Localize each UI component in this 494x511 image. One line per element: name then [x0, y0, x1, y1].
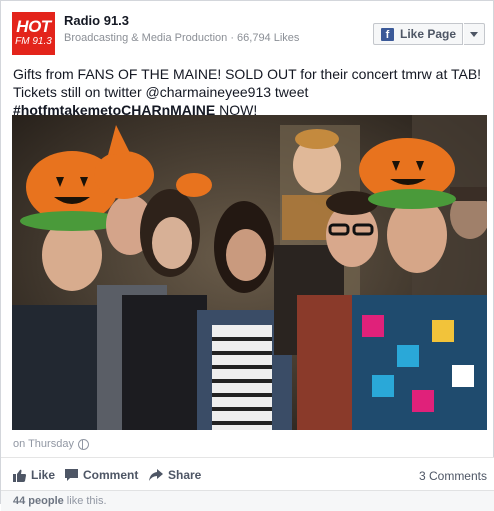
globe-icon[interactable]: [77, 438, 89, 450]
post-header: HOT FM 91.3 Radio 91.3 Broadcasting & Me…: [12, 12, 485, 56]
group-photo-illustration: [12, 115, 487, 430]
logo-text-top: HOT: [16, 17, 51, 36]
share-button[interactable]: Share: [149, 468, 201, 482]
facebook-f-icon: f: [381, 27, 394, 41]
share-arrow-icon: [149, 469, 163, 481]
facebook-post-card: HOT FM 91.3 Radio 91.3 Broadcasting & Me…: [0, 0, 494, 511]
likes-suffix: like this.: [63, 495, 107, 507]
post-meta: on Thursday: [13, 438, 89, 450]
logo-text-bottom: FM 91.3: [15, 36, 52, 47]
caret-down-icon: [470, 32, 478, 37]
comment-icon: [65, 469, 78, 481]
comment-label: Comment: [83, 468, 139, 482]
like-page-button[interactable]: f Like Page: [373, 23, 463, 45]
like-page-label: Like Page: [400, 27, 457, 41]
likes-summary: 44 people like this.: [1, 490, 494, 511]
thumbs-up-icon: [13, 469, 26, 482]
post-actions-bar: Like Comment Share 3 Comments: [1, 457, 494, 492]
post-photo[interactable]: [12, 115, 487, 430]
comment-button[interactable]: Comment: [65, 468, 138, 482]
share-label: Share: [168, 468, 202, 482]
post-message: Gifts from FANS OF THE MAINE! SOLD OUT f…: [13, 65, 485, 119]
like-label: Like: [31, 468, 56, 482]
like-button[interactable]: Like: [13, 468, 55, 482]
comments-count[interactable]: 3 Comments: [419, 469, 487, 483]
likes-count[interactable]: 44 people: [13, 495, 64, 507]
page-name[interactable]: Radio 91.3: [64, 13, 129, 28]
page-subtitle: Broadcasting & Media Production · 66,794…: [64, 32, 300, 44]
like-page-dropdown[interactable]: [464, 23, 485, 45]
likes-summary-text: 44 people like this.: [13, 495, 107, 507]
page-logo[interactable]: HOT FM 91.3: [12, 12, 55, 55]
post-timestamp[interactable]: on Thursday: [13, 438, 74, 450]
post-text-body: Gifts from FANS OF THE MAINE! SOLD OUT f…: [13, 66, 482, 100]
